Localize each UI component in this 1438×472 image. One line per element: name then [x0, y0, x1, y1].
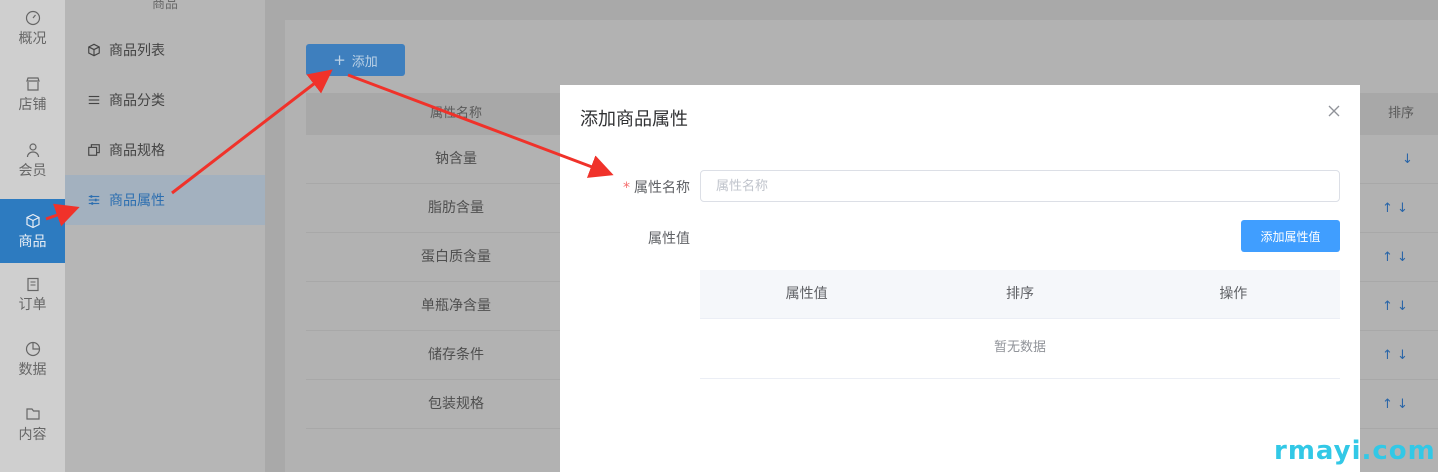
attr-values-table: 属性值 排序 操作 暂无数据 — [700, 270, 1340, 379]
store-icon — [25, 77, 40, 91]
nav-item-content[interactable]: 内容 — [0, 392, 65, 456]
sliders-icon — [88, 195, 100, 205]
sort-arrows[interactable]: ↑ ↓ — [1382, 380, 1408, 429]
watermark: rmayi.com — [1274, 436, 1436, 466]
sort-arrows[interactable]: ↓ — [1402, 135, 1413, 184]
copy-icon — [88, 144, 100, 156]
primary-sidebar: 概况 店铺 会员 商品 订单 数据 内容 — [0, 0, 65, 472]
plus-icon: + — [333, 51, 346, 69]
secondary-sidebar: 商品 商品列表 商品分类 商品规格 商品属性 — [65, 0, 265, 472]
sidebar-item-label: 商品列表 — [109, 43, 165, 59]
nav-item-member[interactable]: 会员 — [0, 128, 65, 192]
nav-item-goods[interactable]: 商品 — [0, 199, 65, 263]
attr-name-label: * 属性名称 — [580, 177, 690, 197]
nav-item-store[interactable]: 店铺 — [0, 62, 65, 126]
nav-label: 概况 — [18, 31, 47, 47]
sidebar-item-goods-list[interactable]: 商品列表 — [65, 25, 265, 75]
sidebar-item-label: 商品分类 — [109, 93, 165, 109]
nav-label: 内容 — [18, 427, 47, 443]
close-icon[interactable] — [1326, 103, 1342, 119]
required-star: * — [623, 180, 630, 196]
sort-arrows[interactable]: ↑ ↓ — [1382, 282, 1408, 331]
nav-item-data[interactable]: 数据 — [0, 327, 65, 391]
folder-icon — [25, 408, 40, 420]
sidebar-item-label: 商品规格 — [109, 143, 165, 159]
attr-values-table-header: 属性值 排序 操作 — [700, 270, 1340, 319]
column-header-value: 属性值 — [785, 286, 828, 302]
add-attribute-dialog: 添加商品属性 *属性名称 属性值 添加属性值 属性值 排序 操作 暂无数据 — [560, 85, 1360, 472]
cube-outline-icon — [88, 43, 100, 57]
attr-name-label-text: 属性名称 — [634, 180, 690, 196]
column-header-actions: 操作 — [1219, 286, 1248, 302]
sidebar-item-label: 商品属性 — [109, 193, 165, 209]
dialog-title: 添加商品属性 — [580, 109, 688, 130]
secondary-sidebar-heading: 商品 — [151, 0, 178, 12]
add-button-label: 添加 — [351, 54, 378, 70]
pie-chart-icon — [25, 341, 40, 357]
clipboard-icon — [26, 277, 39, 292]
list-icon — [88, 95, 100, 105]
cube-icon — [25, 213, 40, 229]
sidebar-item-goods-category[interactable]: 商品分类 — [65, 75, 265, 125]
gauge-icon — [25, 10, 40, 26]
sort-arrows[interactable]: ↑ ↓ — [1382, 184, 1408, 233]
sort-arrows[interactable]: ↑ ↓ — [1382, 233, 1408, 282]
attr-name-input[interactable] — [700, 170, 1340, 202]
nav-label: 店铺 — [18, 97, 47, 113]
sidebar-item-goods-spec[interactable]: 商品规格 — [65, 125, 265, 175]
nav-item-overview[interactable]: 概况 — [0, 0, 65, 60]
add-attr-value-button[interactable]: 添加属性值 — [1241, 220, 1340, 252]
user-icon — [26, 143, 39, 158]
nav-item-orders[interactable]: 订单 — [0, 262, 65, 326]
empty-state: 暂无数据 — [700, 319, 1340, 379]
add-button[interactable]: + 添加 — [306, 44, 405, 76]
sidebar-item-goods-attr[interactable]: 商品属性 — [65, 175, 265, 225]
nav-label: 会员 — [18, 163, 47, 179]
nav-label: 商品 — [18, 234, 47, 250]
nav-label: 数据 — [18, 362, 47, 378]
column-header-sort: 排序 — [1005, 286, 1034, 302]
column-header-sort: 排序 — [1388, 106, 1415, 121]
attr-values-label: 属性值 — [648, 231, 690, 247]
nav-label: 订单 — [18, 297, 47, 313]
sort-arrows[interactable]: ↑ ↓ — [1382, 331, 1408, 380]
